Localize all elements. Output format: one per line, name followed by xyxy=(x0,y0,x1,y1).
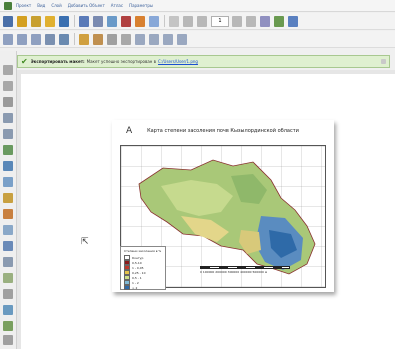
add-3d-map-icon[interactable] xyxy=(3,161,13,171)
vertical-ruler xyxy=(17,74,21,349)
mouse-cursor-icon: ⇱ xyxy=(81,237,89,247)
menu-add-item[interactable]: Добавить Объект xyxy=(68,3,105,8)
legend[interactable]: Степени засоления в % Контур 0,5-10 1 - … xyxy=(120,246,166,290)
export-image-icon[interactable] xyxy=(93,15,103,27)
main-toolbar: 1 xyxy=(0,13,395,30)
resize-icon[interactable] xyxy=(177,33,187,45)
export-pdf-icon[interactable] xyxy=(121,15,131,27)
legend-label: 1 - 0,05 xyxy=(132,265,144,270)
legend-label: 0,5-10 xyxy=(132,260,142,265)
message-title: Экспортировать макет: xyxy=(30,59,85,64)
atlas-icon[interactable] xyxy=(169,15,179,27)
select-icon[interactable] xyxy=(3,97,13,107)
zoom-in-icon[interactable] xyxy=(3,33,13,45)
duplicate-layout-icon[interactable] xyxy=(17,15,27,27)
edit-nodes-icon[interactable] xyxy=(3,129,13,139)
legend-label: Контур xyxy=(132,255,144,260)
map-title: Карта степени засоления почв Кызылординс… xyxy=(147,128,299,134)
add-table-icon[interactable] xyxy=(3,321,13,331)
atlas-print-icon[interactable] xyxy=(260,15,270,27)
refresh-icon[interactable] xyxy=(59,33,69,45)
open-template-icon[interactable] xyxy=(45,15,55,27)
message-text: Макет успешно экспортирован в xyxy=(86,59,157,64)
toolbar-separator xyxy=(74,15,75,27)
add-picture-icon[interactable] xyxy=(3,177,13,187)
group-icon[interactable] xyxy=(107,33,117,45)
legend-label: 1 - 2 xyxy=(132,280,139,285)
move-content-icon[interactable] xyxy=(3,113,13,123)
scale-bar[interactable] xyxy=(200,266,290,269)
layout-page[interactable]: A Карта степени засоления почв Кызылорди… xyxy=(112,120,334,292)
success-check-icon: ✔ xyxy=(21,56,28,66)
zoom-actual-icon[interactable] xyxy=(45,33,55,45)
save-icon[interactable] xyxy=(59,15,69,27)
app-icon xyxy=(4,1,12,10)
add-north-arrow-icon[interactable] xyxy=(3,273,13,283)
message-bar: ✔ Экспортировать макет: Макет успешно эк… xyxy=(17,55,390,68)
lock-items-icon[interactable] xyxy=(79,33,89,45)
legend-label: > 2 xyxy=(132,285,138,290)
add-legend-icon[interactable] xyxy=(3,209,13,219)
print-icon[interactable] xyxy=(79,15,89,27)
toolbar-separator xyxy=(74,33,75,45)
export-svg-icon[interactable] xyxy=(107,15,117,27)
redo-icon[interactable] xyxy=(149,15,159,27)
menu-settings[interactable]: Параметры xyxy=(129,3,153,8)
zoom-out-icon[interactable] xyxy=(17,33,27,45)
add-label-icon[interactable] xyxy=(3,193,13,203)
add-shape-icon[interactable] xyxy=(3,241,13,251)
legend-title: Степени засоления в % xyxy=(124,249,162,253)
menu-layer[interactable]: Слой xyxy=(51,3,61,8)
first-page-icon[interactable] xyxy=(183,15,193,27)
legend-label: 0,25 - 10 xyxy=(132,270,146,275)
legend-swatch xyxy=(124,285,130,290)
last-page-icon[interactable] xyxy=(246,15,256,27)
layout-tools-panel xyxy=(0,51,17,349)
next-page-icon[interactable] xyxy=(232,15,242,27)
page-number-field[interactable]: 1 xyxy=(211,15,229,27)
toolbar-separator xyxy=(164,15,165,27)
exported-file-link[interactable]: C:/Users/User/1.png xyxy=(158,59,198,64)
distribute-icon[interactable] xyxy=(163,33,173,45)
layout-manager-icon[interactable] xyxy=(31,15,41,27)
legend-label: 0,5 - 1 xyxy=(132,275,142,280)
atlas-settings-icon[interactable] xyxy=(288,15,298,27)
ungroup-icon[interactable] xyxy=(121,33,131,45)
new-layout-icon[interactable] xyxy=(3,15,13,27)
zoom-full-icon[interactable] xyxy=(31,33,41,45)
menu-view[interactable]: Вид xyxy=(37,3,45,8)
close-icon[interactable] xyxy=(381,59,386,64)
zoom-tool-icon[interactable] xyxy=(3,81,13,91)
menu-project[interactable]: Проект xyxy=(16,3,31,8)
horizontal-ruler xyxy=(17,70,395,74)
add-text-icon[interactable] xyxy=(3,257,13,267)
menubar: Проект Вид Слой Добавить Объект Атлас Па… xyxy=(0,0,395,12)
add-map-icon[interactable] xyxy=(3,145,13,155)
prev-page-icon[interactable] xyxy=(197,15,207,27)
undo-icon[interactable] xyxy=(135,15,145,27)
scale-bar-label: 0 100000 200000 300000 400000 500000 м xyxy=(200,270,268,274)
view-toolbar xyxy=(0,31,395,48)
unlock-items-icon[interactable] xyxy=(93,33,103,45)
add-node-icon[interactable] xyxy=(3,335,13,345)
add-scalebar-icon[interactable] xyxy=(3,225,13,235)
raise-icon[interactable] xyxy=(135,33,145,45)
add-html-icon[interactable] xyxy=(3,305,13,315)
atlas-export-icon[interactable] xyxy=(274,15,284,27)
add-arrow-icon[interactable] xyxy=(3,289,13,299)
menu-atlas[interactable]: Атлас xyxy=(111,3,123,8)
legend-item: > 2 xyxy=(124,285,137,290)
align-icon[interactable] xyxy=(149,33,159,45)
pan-icon[interactable] xyxy=(3,65,13,75)
